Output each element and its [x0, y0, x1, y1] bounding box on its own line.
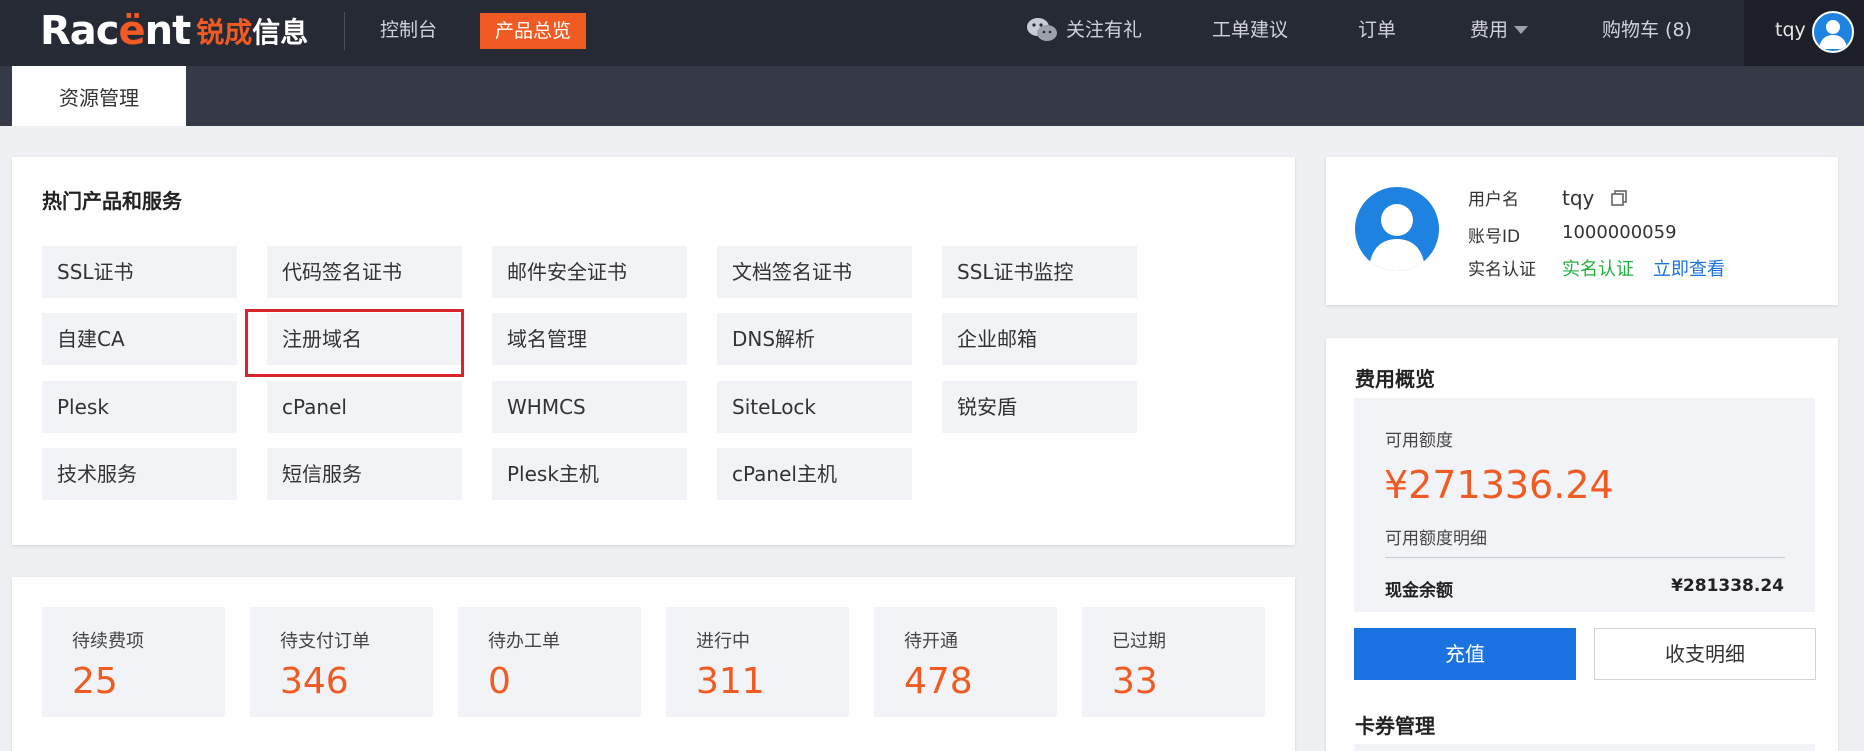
nav-cart[interactable]: 购物车 (8) [1602, 0, 1692, 60]
stat-value: 0 [488, 661, 511, 702]
product-chip[interactable]: SSL证书 [42, 246, 237, 298]
stat-card[interactable]: 待开通 478 [874, 607, 1057, 717]
realname-status: 实名认证 [1562, 259, 1634, 280]
nav-console[interactable]: 控制台 [380, 0, 437, 60]
user-name[interactable]: tqy [1775, 0, 1806, 60]
product-chip[interactable]: WHMCS [492, 381, 687, 433]
product-chip[interactable]: 文档签名证书 [717, 246, 912, 298]
realname-label: 实名认证 [1468, 260, 1536, 280]
available-detail-link[interactable]: 可用额度明细 [1385, 524, 1487, 549]
product-chip[interactable]: 技术服务 [42, 448, 237, 500]
product-chip[interactable]: 自建CA [42, 313, 237, 365]
tab-resource-management[interactable]: 资源管理 [12, 66, 186, 126]
nav-products-overview[interactable]: 产品总览 [480, 13, 587, 49]
product-chip[interactable]: 域名管理 [492, 313, 687, 365]
highlight-box [245, 309, 464, 377]
product-chip[interactable]: 短信服务 [267, 448, 462, 500]
product-chip[interactable]: cPanel [267, 381, 462, 433]
nav-follow-label: 关注有礼 [1066, 19, 1143, 41]
stat-value: 33 [1112, 661, 1158, 702]
cash-balance-label: 现金余额 [1385, 581, 1453, 601]
account-avatar-icon [1355, 187, 1439, 271]
product-chip[interactable]: SSL证书监控 [942, 246, 1137, 298]
transaction-detail-button[interactable]: 收支明细 [1594, 628, 1816, 680]
user-avatar-icon[interactable] [1812, 11, 1854, 53]
stat-card[interactable]: 待续费项 25 [42, 607, 225, 717]
stat-card[interactable]: 进行中 311 [666, 607, 849, 717]
stat-value: 25 [72, 661, 118, 702]
stat-card[interactable]: 待办工单 0 [458, 607, 641, 717]
available-amount: ¥271336.24 [1384, 463, 1614, 507]
product-chip[interactable]: 企业邮箱 [942, 313, 1137, 365]
product-chip[interactable]: cPanel主机 [717, 448, 912, 500]
nav-orders[interactable]: 订单 [1358, 0, 1396, 60]
wechat-icon [1027, 18, 1057, 41]
stat-label: 待开通 [904, 631, 958, 652]
stat-label: 待办工单 [488, 631, 560, 652]
logo-chinese: 锐成信息 [196, 16, 309, 49]
stat-value: 478 [904, 661, 973, 702]
card-management-title: 卡券管理 [1355, 714, 1435, 738]
copy-icon[interactable] [1610, 189, 1628, 207]
sub-navbar [0, 66, 1864, 126]
product-chip[interactable]: Plesk主机 [492, 448, 687, 500]
product-chip[interactable]: 锐安盾 [942, 381, 1137, 433]
realname-view-link[interactable]: 立即查看 [1653, 255, 1725, 281]
caret-down-icon [1514, 26, 1529, 34]
stat-label: 已过期 [1112, 631, 1166, 652]
username-row: tqy [1562, 186, 1628, 210]
logo-wordmark: Racënt [40, 8, 191, 54]
nav-fees-label: 费用 [1470, 19, 1509, 41]
account-id-value: 1000000059 [1562, 222, 1677, 243]
stat-value: 346 [280, 661, 349, 702]
nav-fees[interactable]: 费用 [1470, 0, 1529, 60]
stat-card[interactable]: 已过期 33 [1082, 607, 1265, 717]
stat-card[interactable]: 待支付订单 346 [250, 607, 433, 717]
nav-ticket[interactable]: 工单建议 [1212, 0, 1288, 60]
nav-follow[interactable]: 关注有礼 [1026, 0, 1142, 60]
product-chip[interactable]: 邮件安全证书 [492, 246, 687, 298]
stat-label: 进行中 [696, 631, 750, 652]
username-value: tqy [1562, 186, 1595, 210]
available-label: 可用额度 [1385, 431, 1453, 451]
card-management-box [1354, 744, 1815, 751]
stat-label: 待支付订单 [280, 631, 370, 652]
fee-title: 费用概览 [1355, 367, 1435, 391]
nav-divider [344, 12, 345, 50]
account-id-label: 账号ID [1468, 227, 1521, 247]
product-chip[interactable]: Plesk [42, 381, 237, 433]
stat-value: 311 [696, 661, 765, 702]
stat-label: 待续费项 [72, 631, 144, 652]
cash-balance-value: ¥281338.24 [1671, 576, 1784, 596]
product-chip[interactable]: SiteLock [717, 381, 912, 433]
product-chip[interactable]: DNS解析 [717, 313, 912, 365]
product-chip[interactable]: 代码签名证书 [267, 246, 462, 298]
recharge-button[interactable]: 充值 [1354, 628, 1576, 680]
brand-logo[interactable]: Racënt 锐成信息 [40, 6, 308, 56]
fee-divider [1385, 557, 1785, 558]
username-label: 用户名 [1468, 190, 1519, 210]
hot-products-title: 热门产品和服务 [42, 189, 182, 213]
